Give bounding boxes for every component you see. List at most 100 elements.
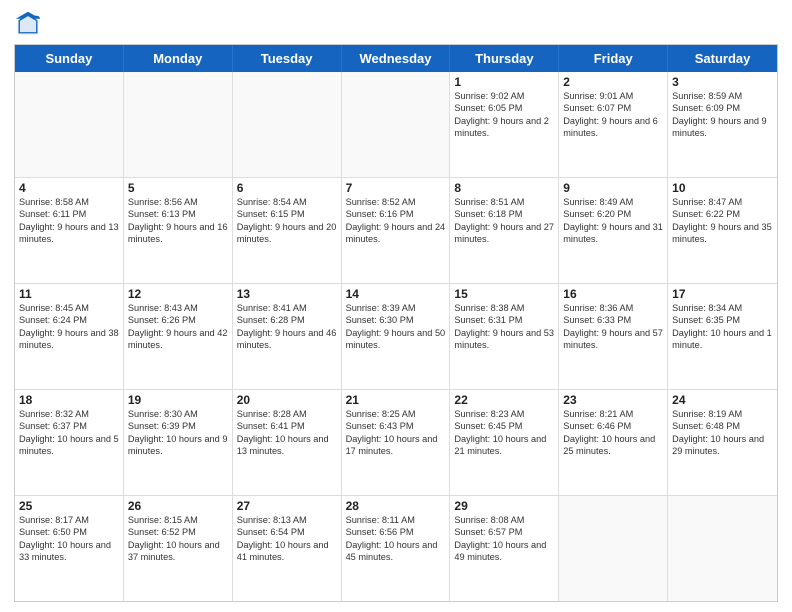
day-info: Sunrise: 8:54 AM Sunset: 6:15 PM Dayligh… <box>237 196 337 246</box>
day-info: Sunrise: 8:34 AM Sunset: 6:35 PM Dayligh… <box>672 302 773 352</box>
day-cell-9: 9Sunrise: 8:49 AM Sunset: 6:20 PM Daylig… <box>559 178 668 283</box>
day-cell-15: 15Sunrise: 8:38 AM Sunset: 6:31 PM Dayli… <box>450 284 559 389</box>
day-number: 15 <box>454 287 554 301</box>
calendar-week-1: 1Sunrise: 9:02 AM Sunset: 6:05 PM Daylig… <box>15 72 777 177</box>
day-info: Sunrise: 8:59 AM Sunset: 6:09 PM Dayligh… <box>672 90 773 140</box>
day-number: 12 <box>128 287 228 301</box>
day-cell-23: 23Sunrise: 8:21 AM Sunset: 6:46 PM Dayli… <box>559 390 668 495</box>
day-number: 29 <box>454 499 554 513</box>
day-header-friday: Friday <box>559 45 668 72</box>
day-info: Sunrise: 8:36 AM Sunset: 6:33 PM Dayligh… <box>563 302 663 352</box>
day-info: Sunrise: 8:28 AM Sunset: 6:41 PM Dayligh… <box>237 408 337 458</box>
calendar-week-3: 11Sunrise: 8:45 AM Sunset: 6:24 PM Dayli… <box>15 283 777 389</box>
day-info: Sunrise: 8:13 AM Sunset: 6:54 PM Dayligh… <box>237 514 337 564</box>
day-number: 11 <box>19 287 119 301</box>
day-number: 26 <box>128 499 228 513</box>
day-info: Sunrise: 8:11 AM Sunset: 6:56 PM Dayligh… <box>346 514 446 564</box>
day-number: 3 <box>672 75 773 89</box>
day-number: 16 <box>563 287 663 301</box>
day-number: 10 <box>672 181 773 195</box>
day-info: Sunrise: 8:19 AM Sunset: 6:48 PM Dayligh… <box>672 408 773 458</box>
calendar-header: SundayMondayTuesdayWednesdayThursdayFrid… <box>15 45 777 72</box>
empty-cell <box>124 72 233 177</box>
day-header-wednesday: Wednesday <box>342 45 451 72</box>
day-cell-8: 8Sunrise: 8:51 AM Sunset: 6:18 PM Daylig… <box>450 178 559 283</box>
empty-cell <box>559 496 668 601</box>
day-number: 28 <box>346 499 446 513</box>
day-info: Sunrise: 8:25 AM Sunset: 6:43 PM Dayligh… <box>346 408 446 458</box>
logo <box>14 10 46 38</box>
day-header-sunday: Sunday <box>15 45 124 72</box>
day-cell-24: 24Sunrise: 8:19 AM Sunset: 6:48 PM Dayli… <box>668 390 777 495</box>
day-info: Sunrise: 8:17 AM Sunset: 6:50 PM Dayligh… <box>19 514 119 564</box>
calendar-week-2: 4Sunrise: 8:58 AM Sunset: 6:11 PM Daylig… <box>15 177 777 283</box>
day-number: 27 <box>237 499 337 513</box>
empty-cell <box>15 72 124 177</box>
day-number: 7 <box>346 181 446 195</box>
day-number: 8 <box>454 181 554 195</box>
day-number: 17 <box>672 287 773 301</box>
day-cell-14: 14Sunrise: 8:39 AM Sunset: 6:30 PM Dayli… <box>342 284 451 389</box>
empty-cell <box>668 496 777 601</box>
calendar-body: 1Sunrise: 9:02 AM Sunset: 6:05 PM Daylig… <box>15 72 777 601</box>
day-number: 13 <box>237 287 337 301</box>
day-info: Sunrise: 8:39 AM Sunset: 6:30 PM Dayligh… <box>346 302 446 352</box>
day-number: 22 <box>454 393 554 407</box>
day-cell-5: 5Sunrise: 8:56 AM Sunset: 6:13 PM Daylig… <box>124 178 233 283</box>
day-info: Sunrise: 8:58 AM Sunset: 6:11 PM Dayligh… <box>19 196 119 246</box>
day-cell-17: 17Sunrise: 8:34 AM Sunset: 6:35 PM Dayli… <box>668 284 777 389</box>
day-header-tuesday: Tuesday <box>233 45 342 72</box>
day-info: Sunrise: 8:38 AM Sunset: 6:31 PM Dayligh… <box>454 302 554 352</box>
day-info: Sunrise: 9:02 AM Sunset: 6:05 PM Dayligh… <box>454 90 554 140</box>
day-number: 23 <box>563 393 663 407</box>
day-info: Sunrise: 8:56 AM Sunset: 6:13 PM Dayligh… <box>128 196 228 246</box>
day-info: Sunrise: 8:43 AM Sunset: 6:26 PM Dayligh… <box>128 302 228 352</box>
day-info: Sunrise: 8:30 AM Sunset: 6:39 PM Dayligh… <box>128 408 228 458</box>
day-info: Sunrise: 8:23 AM Sunset: 6:45 PM Dayligh… <box>454 408 554 458</box>
day-cell-21: 21Sunrise: 8:25 AM Sunset: 6:43 PM Dayli… <box>342 390 451 495</box>
day-cell-13: 13Sunrise: 8:41 AM Sunset: 6:28 PM Dayli… <box>233 284 342 389</box>
day-cell-29: 29Sunrise: 8:08 AM Sunset: 6:57 PM Dayli… <box>450 496 559 601</box>
day-cell-26: 26Sunrise: 8:15 AM Sunset: 6:52 PM Dayli… <box>124 496 233 601</box>
day-info: Sunrise: 9:01 AM Sunset: 6:07 PM Dayligh… <box>563 90 663 140</box>
day-number: 4 <box>19 181 119 195</box>
empty-cell <box>233 72 342 177</box>
day-number: 18 <box>19 393 119 407</box>
day-cell-6: 6Sunrise: 8:54 AM Sunset: 6:15 PM Daylig… <box>233 178 342 283</box>
day-info: Sunrise: 8:45 AM Sunset: 6:24 PM Dayligh… <box>19 302 119 352</box>
calendar-week-4: 18Sunrise: 8:32 AM Sunset: 6:37 PM Dayli… <box>15 389 777 495</box>
day-cell-3: 3Sunrise: 8:59 AM Sunset: 6:09 PM Daylig… <box>668 72 777 177</box>
day-cell-11: 11Sunrise: 8:45 AM Sunset: 6:24 PM Dayli… <box>15 284 124 389</box>
day-number: 1 <box>454 75 554 89</box>
day-cell-7: 7Sunrise: 8:52 AM Sunset: 6:16 PM Daylig… <box>342 178 451 283</box>
day-cell-25: 25Sunrise: 8:17 AM Sunset: 6:50 PM Dayli… <box>15 496 124 601</box>
day-cell-18: 18Sunrise: 8:32 AM Sunset: 6:37 PM Dayli… <box>15 390 124 495</box>
logo-icon <box>14 10 42 38</box>
day-header-thursday: Thursday <box>450 45 559 72</box>
day-cell-1: 1Sunrise: 9:02 AM Sunset: 6:05 PM Daylig… <box>450 72 559 177</box>
day-info: Sunrise: 8:52 AM Sunset: 6:16 PM Dayligh… <box>346 196 446 246</box>
day-number: 9 <box>563 181 663 195</box>
day-number: 24 <box>672 393 773 407</box>
day-number: 6 <box>237 181 337 195</box>
day-cell-22: 22Sunrise: 8:23 AM Sunset: 6:45 PM Dayli… <box>450 390 559 495</box>
day-cell-19: 19Sunrise: 8:30 AM Sunset: 6:39 PM Dayli… <box>124 390 233 495</box>
day-header-monday: Monday <box>124 45 233 72</box>
day-number: 20 <box>237 393 337 407</box>
day-cell-10: 10Sunrise: 8:47 AM Sunset: 6:22 PM Dayli… <box>668 178 777 283</box>
calendar: SundayMondayTuesdayWednesdayThursdayFrid… <box>14 44 778 602</box>
day-info: Sunrise: 8:21 AM Sunset: 6:46 PM Dayligh… <box>563 408 663 458</box>
day-cell-4: 4Sunrise: 8:58 AM Sunset: 6:11 PM Daylig… <box>15 178 124 283</box>
day-info: Sunrise: 8:47 AM Sunset: 6:22 PM Dayligh… <box>672 196 773 246</box>
page: SundayMondayTuesdayWednesdayThursdayFrid… <box>0 0 792 612</box>
day-number: 14 <box>346 287 446 301</box>
day-info: Sunrise: 8:15 AM Sunset: 6:52 PM Dayligh… <box>128 514 228 564</box>
day-cell-2: 2Sunrise: 9:01 AM Sunset: 6:07 PM Daylig… <box>559 72 668 177</box>
day-number: 25 <box>19 499 119 513</box>
day-cell-12: 12Sunrise: 8:43 AM Sunset: 6:26 PM Dayli… <box>124 284 233 389</box>
day-cell-28: 28Sunrise: 8:11 AM Sunset: 6:56 PM Dayli… <box>342 496 451 601</box>
day-info: Sunrise: 8:32 AM Sunset: 6:37 PM Dayligh… <box>19 408 119 458</box>
day-cell-16: 16Sunrise: 8:36 AM Sunset: 6:33 PM Dayli… <box>559 284 668 389</box>
day-number: 21 <box>346 393 446 407</box>
header <box>14 10 778 38</box>
